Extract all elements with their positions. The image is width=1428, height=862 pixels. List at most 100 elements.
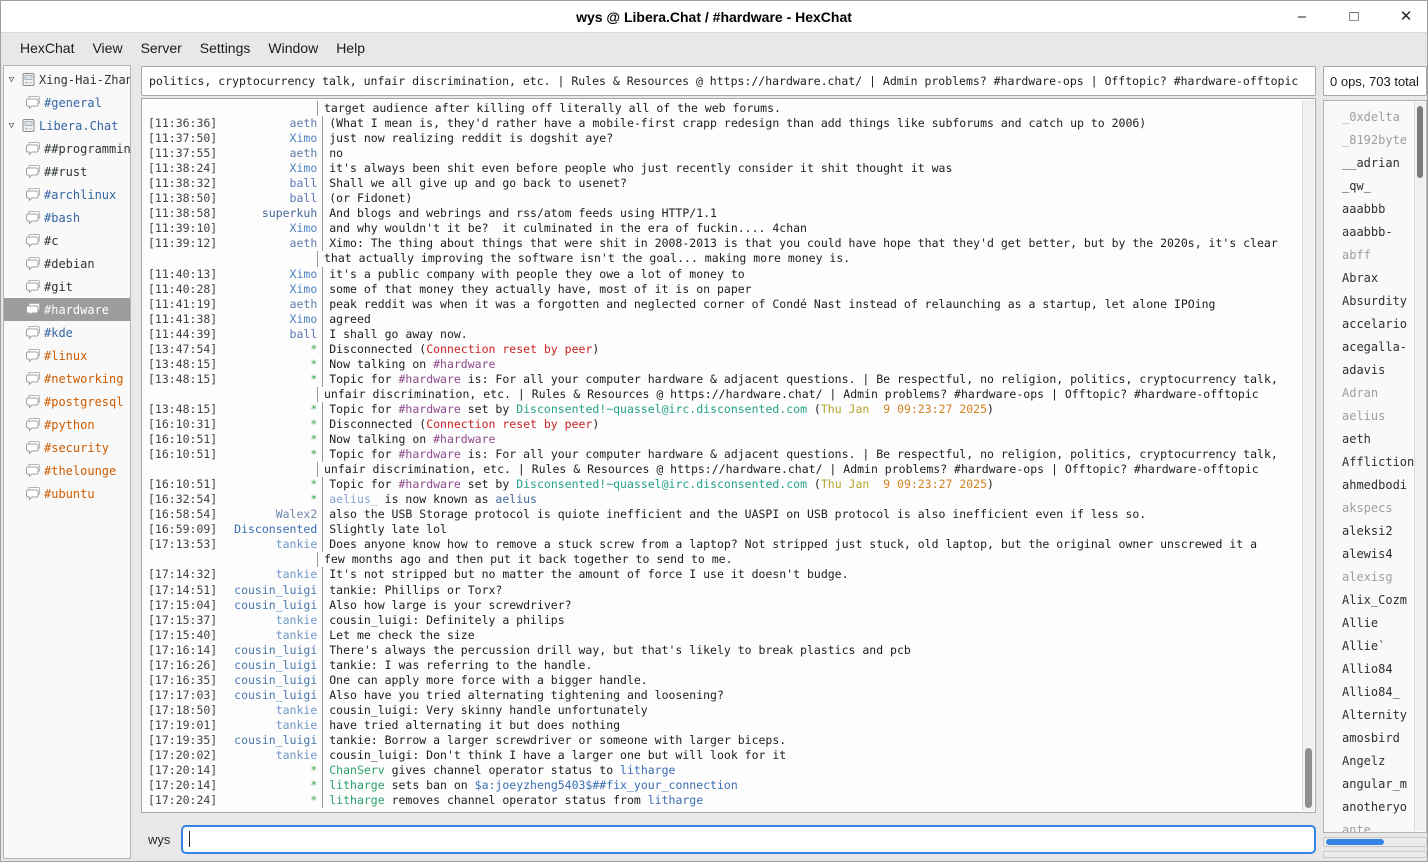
nick[interactable]: aeth [217, 297, 323, 312]
user-list-item[interactable]: abff [1324, 243, 1426, 266]
userlist-hscrollbar-thumb[interactable] [1326, 839, 1384, 845]
nick[interactable]: Ximo [217, 282, 323, 297]
user-list-item[interactable]: ahmedbodi [1324, 473, 1426, 496]
tree-item--general[interactable]: #general [4, 91, 130, 114]
userlist-scrollbar-thumb[interactable] [1417, 106, 1423, 178]
nick[interactable]: cousin_luigi [217, 688, 323, 703]
maximize-button[interactable]: □ [1345, 1, 1363, 33]
nick[interactable]: tankie [217, 718, 323, 733]
nick[interactable]: tankie [217, 628, 323, 643]
minimize-button[interactable]: – [1293, 1, 1311, 33]
menu-hexchat[interactable]: HexChat [11, 36, 83, 60]
user-list-item[interactable]: akspecs [1324, 496, 1426, 519]
tree-item--linux[interactable]: #linux [4, 344, 130, 367]
user-list-item[interactable]: Alternity [1324, 703, 1426, 726]
user-list-item[interactable]: adavis [1324, 358, 1426, 381]
userlist-scrollbar[interactable] [1414, 102, 1425, 831]
tree-item--programming[interactable]: ##programming [4, 137, 130, 160]
tree-item--c[interactable]: #c [4, 229, 130, 252]
user-list-item[interactable]: Absurdity [1324, 289, 1426, 312]
user-list-item[interactable]: Alix_Cozm [1324, 588, 1426, 611]
bottom-hscrollbar[interactable] [1323, 851, 1427, 858]
nick[interactable]: Ximo [217, 131, 323, 146]
nick[interactable]: tankie [217, 567, 323, 582]
expander-icon[interactable]: ▽ [4, 121, 19, 131]
nick-button[interactable]: wys [148, 832, 170, 847]
nick[interactable]: tankie [217, 703, 323, 718]
nick[interactable]: aeth [217, 236, 323, 251]
user-list-item[interactable]: Adran [1324, 381, 1426, 404]
nick[interactable]: cousin_luigi [217, 583, 323, 598]
tree-item--archlinux[interactable]: #archlinux [4, 183, 130, 206]
user-list-item[interactable]: Allio84_ [1324, 680, 1426, 703]
message-input[interactable] [181, 825, 1316, 854]
user-list-item[interactable]: _qw_ [1324, 174, 1426, 197]
close-button[interactable]: ✕ [1397, 1, 1415, 33]
tree-item-libera-chat[interactable]: ▽Libera.Chat [4, 114, 130, 137]
chat-scrollbar-thumb[interactable] [1305, 748, 1312, 808]
user-list-item[interactable]: aaabbb- [1324, 220, 1426, 243]
tree-item--bash[interactable]: #bash [4, 206, 130, 229]
nick[interactable]: Ximo [217, 161, 323, 176]
user-list-item[interactable]: ante [1324, 818, 1426, 833]
user-list-item[interactable]: amosbird [1324, 726, 1426, 749]
tree-item--kde[interactable]: #kde [4, 321, 130, 344]
user-list-item[interactable]: aeth [1324, 427, 1426, 450]
tree-item--ubuntu[interactable]: #ubuntu [4, 482, 130, 505]
nick[interactable]: ball [217, 176, 323, 191]
nick[interactable]: Disconsented [217, 522, 323, 537]
nick[interactable]: Ximo [217, 267, 323, 282]
user-list-item[interactable]: Allio84 [1324, 657, 1426, 680]
user-list-item[interactable]: angular_m [1324, 772, 1426, 795]
nick[interactable]: ball [217, 327, 323, 342]
tree-item-xing-hai-zhan[interactable]: ▽Xing-Hai-Zhan [4, 68, 130, 91]
user-list-item[interactable]: anotheryo [1324, 795, 1426, 818]
expander-icon[interactable]: ▽ [4, 75, 19, 85]
nick[interactable]: superkuh [217, 206, 323, 221]
nick[interactable]: aeth [217, 116, 323, 131]
nick[interactable]: cousin_luigi [217, 733, 323, 748]
tree-item--security[interactable]: #security [4, 436, 130, 459]
nick[interactable]: cousin_luigi [217, 643, 323, 658]
nick[interactable]: ball [217, 191, 323, 206]
user-list-item[interactable]: alewis4 [1324, 542, 1426, 565]
nick[interactable]: aeth [217, 146, 323, 161]
user-list-item[interactable]: Allie` [1324, 634, 1426, 657]
user-list-item[interactable]: Affliction [1324, 450, 1426, 473]
nick[interactable]: tankie [217, 537, 323, 552]
chat-scrollbar[interactable] [1302, 100, 1314, 811]
nick[interactable]: cousin_luigi [217, 658, 323, 673]
tree-item--postgresql[interactable]: #postgresql [4, 390, 130, 413]
tree-item--python[interactable]: #python [4, 413, 130, 436]
menu-window[interactable]: Window [259, 36, 327, 60]
tree-item--debian[interactable]: #debian [4, 252, 130, 275]
tree-item--git[interactable]: #git [4, 275, 130, 298]
topic-bar[interactable]: politics, cryptocurrency talk, unfair di… [141, 66, 1316, 96]
user-list-item[interactable]: Angelz [1324, 749, 1426, 772]
user-list-item[interactable]: aleksi2 [1324, 519, 1426, 542]
user-list-item[interactable]: Abrax [1324, 266, 1426, 289]
nick[interactable]: tankie [217, 613, 323, 628]
menu-view[interactable]: View [83, 36, 131, 60]
nick[interactable]: Ximo [217, 221, 323, 236]
user-list-item[interactable]: Allie [1324, 611, 1426, 634]
user-list-item[interactable]: acegalla- [1324, 335, 1426, 358]
user-list-item[interactable]: _8192byte [1324, 128, 1426, 151]
nick[interactable]: cousin_luigi [217, 598, 323, 613]
nick[interactable]: Walex2 [217, 507, 323, 522]
user-list-item[interactable]: _0xdelta [1324, 105, 1426, 128]
userlist-hscrollbar[interactable] [1323, 837, 1427, 847]
tree-item--networking[interactable]: #networking [4, 367, 130, 390]
nick[interactable]: Ximo [217, 312, 323, 327]
menu-help[interactable]: Help [327, 36, 374, 60]
tree-item--hardware[interactable]: #hardware [4, 298, 130, 321]
user-list-item[interactable]: aelius [1324, 404, 1426, 427]
nick[interactable]: tankie [217, 748, 323, 763]
menu-server[interactable]: Server [132, 36, 191, 60]
nick[interactable]: cousin_luigi [217, 673, 323, 688]
tree-item--thelounge[interactable]: #thelounge [4, 459, 130, 482]
user-list-item[interactable]: alexisg [1324, 565, 1426, 588]
user-list-item[interactable]: accelario [1324, 312, 1426, 335]
user-list-item[interactable]: aaabbb [1324, 197, 1426, 220]
user-list-item[interactable]: __adrian [1324, 151, 1426, 174]
